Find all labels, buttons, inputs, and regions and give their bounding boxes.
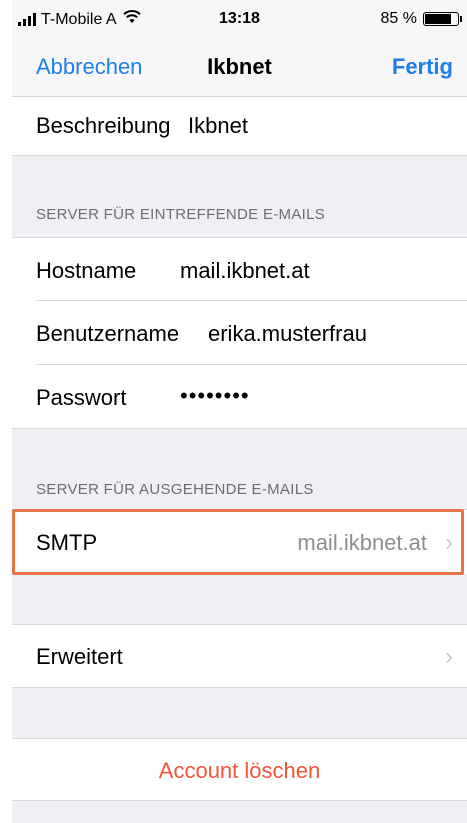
navigation-bar: Abbrechen Ikbnet Fertig <box>12 40 467 97</box>
hostname-field[interactable]: mail.ikbnet.at <box>180 258 310 284</box>
divider <box>12 428 467 429</box>
battery-percent: 85 % <box>380 10 417 27</box>
divider <box>12 687 467 688</box>
smtp-highlight-frame <box>12 509 464 575</box>
username-label: Benutzername <box>36 321 180 346</box>
password-label: Passwort <box>36 385 127 410</box>
username-field[interactable]: erika.musterfrau <box>208 321 367 347</box>
battery-group: 85 % <box>380 10 462 28</box>
battery-icon <box>423 12 462 26</box>
description-field[interactable]: Ikbnet <box>188 113 248 139</box>
divider <box>12 800 467 801</box>
incoming-section-header: SERVER FÜR EINTREFFENDE E-MAILS <box>36 206 326 223</box>
advanced-row[interactable]: Erweitert › <box>12 625 467 687</box>
outgoing-section-header: SERVER FÜR AUSGEHENDE E-MAILS <box>36 481 314 498</box>
advanced-label: Erweitert <box>36 644 123 669</box>
status-bar: T-Mobile A 13:18 85 % <box>12 0 467 40</box>
description-label: Beschreibung <box>36 113 171 138</box>
divider <box>36 364 467 365</box>
divider <box>36 300 467 301</box>
incoming-group: Hostname mail.ikbnet.at Benutzername eri… <box>12 238 467 428</box>
description-row[interactable]: Beschreibung Ikbnet <box>12 97 467 155</box>
delete-account-row[interactable]: Account löschen <box>12 739 467 800</box>
chevron-right-icon: › <box>445 643 453 670</box>
screen: T-Mobile A 13:18 85 % Abbrechen Ikbnet F… <box>12 0 467 823</box>
hostname-label: Hostname <box>36 258 137 283</box>
done-button[interactable]: Fertig <box>392 54 453 80</box>
divider <box>12 155 467 156</box>
delete-account-button[interactable]: Account löschen <box>12 758 467 784</box>
password-field[interactable]: •••••••• <box>180 383 250 409</box>
